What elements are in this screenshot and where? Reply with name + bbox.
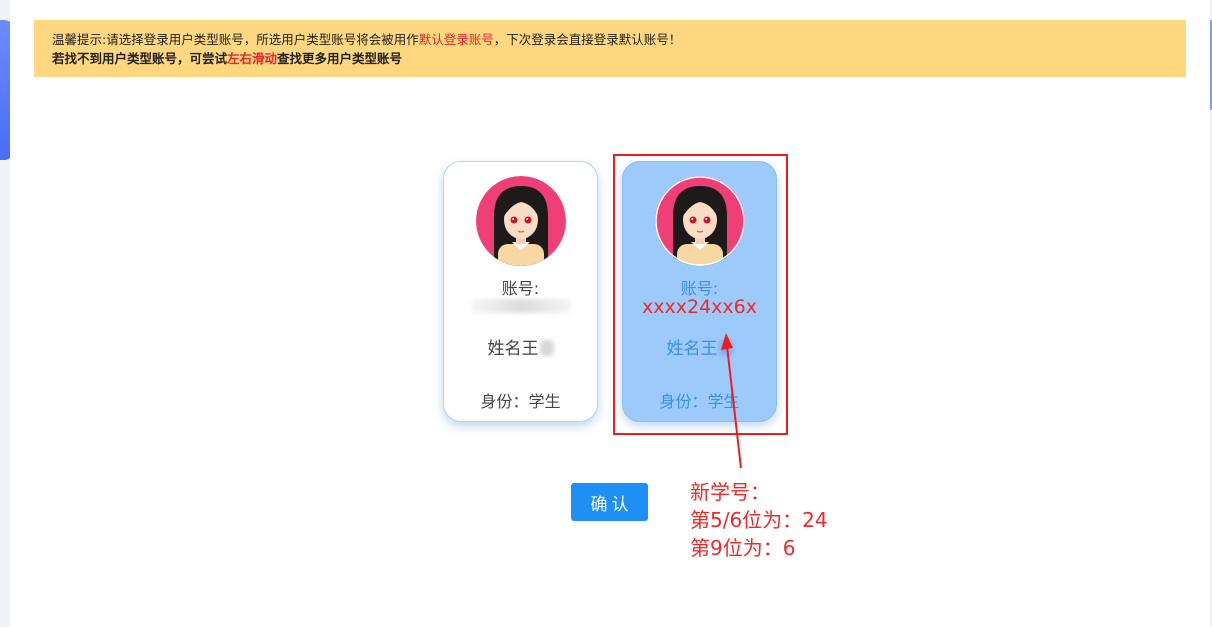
tip-line-1-text-end: ，下次登录会直接登录默认账号！ [493,32,682,47]
confirm-button[interactable]: 确认 [571,483,648,521]
annotation-line-3: 第9位为：6 [690,536,796,560]
annotation-note: 新学号： 第5/6位为：24 第9位为：6 [690,478,828,562]
account-value-redacted [470,299,571,313]
tip-line-2-text: 若找不到用户类型账号，可尝试 [52,51,228,66]
main-panel [10,0,1210,627]
tip-line-1-text: 温馨提示:请选择登录用户类型账号，所选用户类型账号将会被用作 [52,32,419,47]
tip-banner: 温馨提示:请选择登录用户类型账号，所选用户类型账号将会被用作默认登录账号，下次登… [34,20,1186,77]
tip-line-1-highlight: 默认登录账号 [418,32,494,47]
identity-label: 身份：学生 [480,392,561,411]
account-label: 账号: [501,279,540,298]
annotation-line-2: 第5/6位为：24 [690,508,828,532]
student-name: 姓名王 [444,334,597,359]
tip-line-2-highlight: 左右滑动 [227,51,278,66]
student-name-text: 姓名王 [487,339,539,359]
tip-line-1: 温馨提示:请选择登录用户类型账号，所选用户类型账号将会被用作默认登录账号，下次登… [52,30,1168,49]
account-card-1[interactable]: 账号: 姓名王 身份：学生 [443,161,598,422]
annotation-highlight-box [613,154,788,435]
name-redacted [539,340,554,356]
annotation-line-1: 新学号： [690,480,770,504]
tip-line-2-text-end: 查找更多用户类型账号 [277,51,403,66]
tip-line-2: 若找不到用户类型账号，可尝试左右滑动查找更多用户类型账号 [52,49,1168,68]
student-girl-avatar-icon [475,176,566,266]
